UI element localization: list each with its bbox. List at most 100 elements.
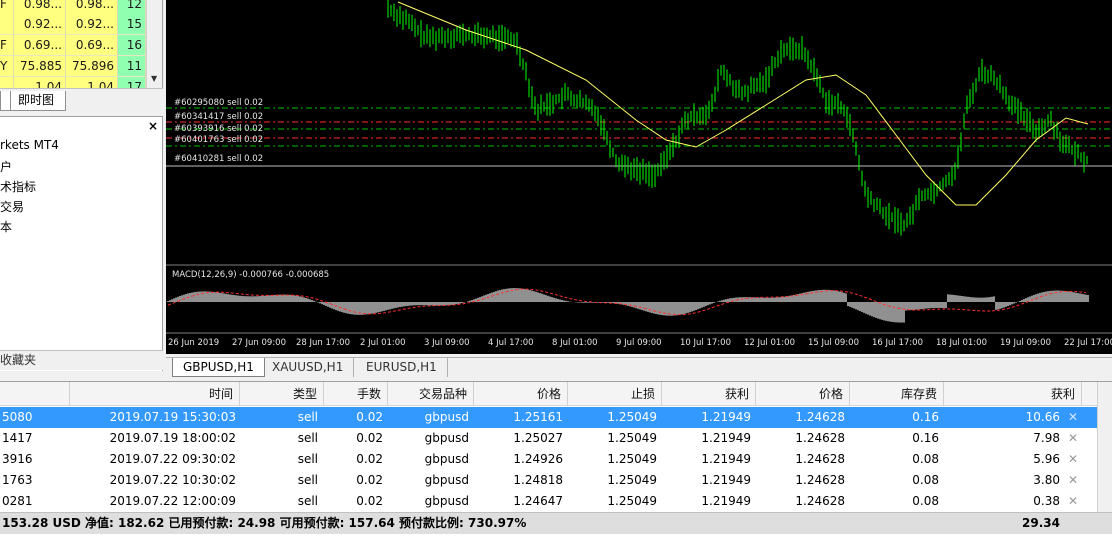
order-lots: 0.02 <box>356 473 383 487</box>
tab-favorites-label: 收藏夹 <box>0 353 37 367</box>
symbol-cell: F <box>0 35 14 56</box>
tab-favorites[interactable]: 收藏夹 <box>0 350 163 370</box>
close-order-icon[interactable]: ✕ <box>1068 428 1078 449</box>
trade-row[interactable]: 5080 2019.07.19 15:30:03 sell 0.02 gbpus… <box>0 407 1112 428</box>
scroll-down-arrow-icon[interactable]: ▼ <box>151 74 157 83</box>
order-stop-loss: 1.25049 <box>607 473 657 487</box>
nav-item-account-root[interactable]: rkets MT4 <box>0 138 59 152</box>
order-lots: 0.02 <box>356 431 383 445</box>
close-icon[interactable]: × <box>148 119 158 133</box>
order-profit: 10.66 <box>1025 410 1060 424</box>
market-watch-row[interactable]: F 0.98... 0.98... 12 <box>0 0 146 15</box>
nav-item-indicators[interactable]: 术指标 <box>0 178 36 195</box>
order-swap: 0.08 <box>912 473 939 487</box>
order-current-price: 1.24628 <box>795 431 845 445</box>
col-swap[interactable]: 库存费 <box>850 382 944 406</box>
order-time: 2019.07.22 09:30:02 <box>109 452 236 466</box>
tab-chart-gbpusd[interactable]: GBPUSD,H1 <box>172 358 265 377</box>
order-line-label[interactable]: #60341417 sell 0.02 <box>174 112 263 122</box>
market-watch-row[interactable]: Y 75.885 75.896 11 <box>0 56 146 77</box>
spread-cell: 12 <box>118 0 146 15</box>
close-order-icon[interactable]: ✕ <box>1068 407 1078 428</box>
date-axis-label: 8 Jul 01:00 <box>552 338 598 348</box>
trade-row[interactable]: 3916 2019.07.22 09:30:02 sell 0.02 gbpus… <box>0 449 1112 470</box>
chart-canvas[interactable] <box>166 0 1112 354</box>
trade-row[interactable]: 0281 2019.07.22 12:00:09 sell 0.02 gbpus… <box>0 491 1112 512</box>
date-axis-label: 10 Jul 17:00 <box>680 338 731 348</box>
order-stop-loss: 1.25049 <box>607 494 657 508</box>
order-time: 2019.07.22 12:00:09 <box>109 494 236 508</box>
order-lots: 0.02 <box>356 494 383 508</box>
order-take-profit: 1.21949 <box>701 494 751 508</box>
market-watch-scrollbar[interactable]: ▼ <box>146 0 162 88</box>
date-axis-label: 12 Jul 01:00 <box>744 338 795 348</box>
order-stop-loss: 1.25049 <box>607 410 657 424</box>
date-axis-label: 27 Jun 09:00 <box>232 338 286 348</box>
col-lots[interactable]: 手数 <box>324 382 388 406</box>
tab-chart-xauusd[interactable]: XAUUSD,H1 <box>262 358 355 377</box>
order-line-label[interactable]: #60393916 sell 0.02 <box>174 124 263 134</box>
symbol-cell: F <box>0 0 14 15</box>
order-type: sell <box>297 431 318 445</box>
market-watch-panel: F 0.98... 0.98... 12 0.92... 0.92... 15 … <box>0 0 163 88</box>
order-open-price: 1.24647 <box>513 494 563 508</box>
order-time: 2019.07.19 15:30:03 <box>109 410 236 424</box>
market-watch-row[interactable]: F 0.69... 0.69... 16 <box>0 35 146 56</box>
order-swap: 0.08 <box>912 452 939 466</box>
order-profit: 3.80 <box>1033 473 1060 487</box>
order-take-profit: 1.21949 <box>701 452 751 466</box>
price-chart[interactable]: #60295080 sell 0.02 #60341417 sell 0.02 … <box>166 0 1112 354</box>
date-axis-label: 19 Jul 09:00 <box>1000 338 1051 348</box>
nav-item-accounts[interactable]: 户 <box>0 158 12 175</box>
trade-row[interactable]: 1763 2019.07.22 10:30:02 sell 0.02 gbpus… <box>0 470 1112 491</box>
order-id: 5080 <box>2 410 33 424</box>
bid-cell: 0.92... <box>14 14 66 35</box>
date-axis-label: 15 Jul 09:00 <box>808 338 859 348</box>
col-time[interactable]: 时间 <box>70 382 240 406</box>
date-axis-label: 26 Jun 2019 <box>168 338 220 348</box>
order-line-label[interactable]: #60401763 sell 0.02 <box>174 135 263 145</box>
col-open-price[interactable]: 价格 <box>474 382 568 406</box>
col-stop-loss[interactable]: 止损 <box>568 382 662 406</box>
order-time: 2019.07.22 10:30:02 <box>109 473 236 487</box>
col-order[interactable] <box>0 382 70 406</box>
ask-cell: 0.92... <box>66 14 118 35</box>
tab-tick-chart[interactable]: 即时图 <box>10 91 66 111</box>
symbol-cell <box>0 77 14 88</box>
order-line-label[interactable]: #60295080 sell 0.02 <box>174 98 263 108</box>
order-id: 1763 <box>2 473 33 487</box>
bid-cell: 0.98... <box>14 0 66 15</box>
market-watch-tabs: 即时图 <box>0 88 163 112</box>
trade-row[interactable]: 1417 2019.07.19 18:00:02 sell 0.02 gbpus… <box>0 428 1112 449</box>
bid-cell: 0.69... <box>14 35 66 56</box>
bid-cell: 75.885 <box>14 56 66 77</box>
order-take-profit: 1.21949 <box>701 410 751 424</box>
order-take-profit: 1.21949 <box>701 473 751 487</box>
symbol-cell <box>0 14 14 35</box>
tab-chart-eurusd[interactable]: EURUSD,H1 <box>356 358 448 377</box>
order-current-price: 1.24628 <box>795 452 845 466</box>
col-symbol[interactable]: 交易品种 <box>388 382 474 406</box>
navigator-panel: × rkets MT4 户 术指标 交易 本 <box>0 116 163 371</box>
trade-table-header: 时间 类型 手数 交易品种 价格 止损 获利 价格 库存费 获利 <box>0 382 1112 406</box>
col-current-price[interactable]: 价格 <box>756 382 850 406</box>
order-id: 1417 <box>2 431 33 445</box>
order-open-price: 1.24926 <box>513 452 563 466</box>
close-order-icon[interactable]: ✕ <box>1068 449 1078 470</box>
order-line-label[interactable]: #60410281 sell 0.02 <box>174 154 263 164</box>
nav-item-expert-advisors[interactable]: 交易 <box>0 198 24 215</box>
close-order-icon[interactable]: ✕ <box>1068 470 1078 491</box>
ask-cell: 0.98... <box>66 0 118 15</box>
order-profit: 7.98 <box>1033 431 1060 445</box>
col-type[interactable]: 类型 <box>240 382 324 406</box>
order-swap: 0.16 <box>912 431 939 445</box>
order-type: sell <box>297 494 318 508</box>
trade-scrollbar[interactable] <box>1097 382 1112 512</box>
close-order-icon[interactable]: ✕ <box>1068 491 1078 512</box>
market-watch-row[interactable]: 0.92... 0.92... 15 <box>0 14 146 35</box>
market-watch-row[interactable]: 1.04 1.04 17 <box>0 77 146 88</box>
col-profit[interactable]: 获利 <box>944 382 1082 406</box>
col-take-profit[interactable]: 获利 <box>662 382 756 406</box>
nav-item-scripts[interactable]: 本 <box>0 218 12 235</box>
order-type: sell <box>297 452 318 466</box>
